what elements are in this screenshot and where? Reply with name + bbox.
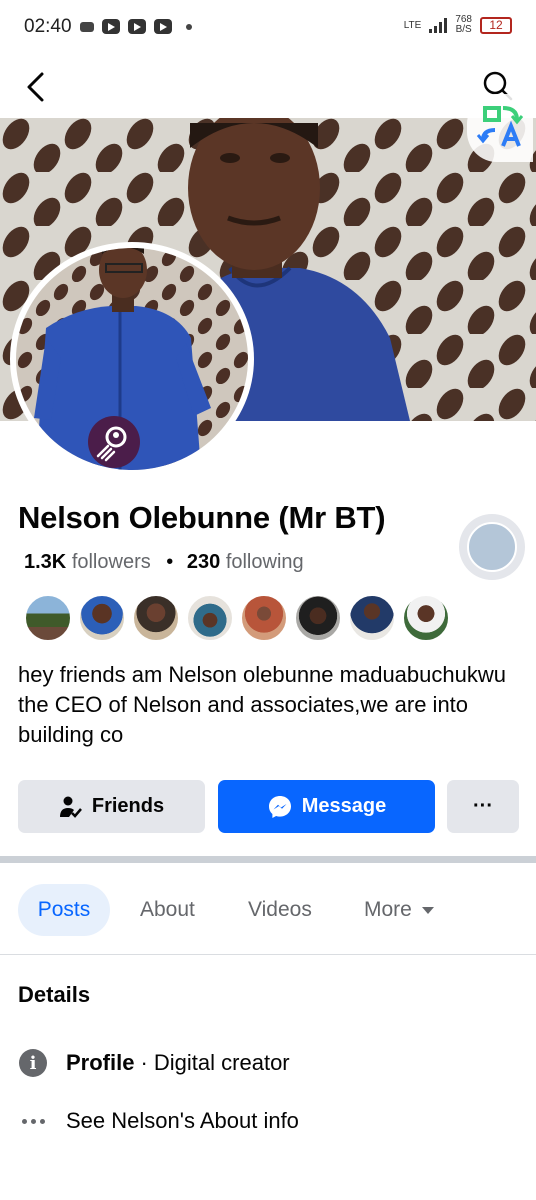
message-label: Message bbox=[301, 795, 387, 817]
tab-more[interactable]: More bbox=[364, 884, 434, 936]
profile-name: Nelson Olebunne (Mr BT) bbox=[18, 500, 386, 535]
more-notifications-icon bbox=[186, 23, 192, 30]
friends-check-icon bbox=[59, 795, 83, 819]
more-dots-icon: ··· bbox=[473, 795, 493, 817]
profile-label: Profile bbox=[66, 1050, 135, 1075]
friend-avatar[interactable] bbox=[78, 594, 126, 642]
separator-dot: • bbox=[166, 551, 174, 573]
profile-bio: hey friends am Nelson olebunne maduabuch… bbox=[18, 662, 506, 747]
following-label[interactable]: following bbox=[226, 551, 304, 573]
battery-icon: 12 bbox=[480, 16, 512, 34]
story-thumbnail[interactable] bbox=[459, 514, 525, 580]
status-right: LTE 768 B/S 12 bbox=[404, 15, 512, 35]
caret-down-icon bbox=[421, 906, 434, 914]
youtube-icon bbox=[102, 19, 120, 34]
tab-about[interactable]: About bbox=[140, 884, 195, 936]
friends-avatars[interactable] bbox=[24, 594, 450, 642]
messenger-icon bbox=[267, 794, 293, 820]
section-divider bbox=[0, 856, 536, 863]
profile-stats: 1.3K followers • 230 following bbox=[24, 551, 304, 574]
status-bar: 02:40 LTE 768 B/S 12 bbox=[0, 0, 536, 54]
see-about-row[interactable]: See Nelson's About info bbox=[18, 1106, 299, 1136]
tabs-divider bbox=[0, 954, 536, 955]
back-button[interactable] bbox=[22, 70, 52, 104]
details-heading: Details bbox=[18, 982, 91, 1007]
message-button[interactable]: Message bbox=[218, 780, 435, 833]
tab-posts-label: Posts bbox=[37, 898, 91, 921]
tab-videos-label: Videos bbox=[248, 898, 312, 921]
following-count[interactable]: 230 bbox=[187, 551, 220, 573]
friend-avatar[interactable] bbox=[186, 594, 234, 642]
friend-avatar[interactable] bbox=[240, 594, 288, 642]
translate-button[interactable] bbox=[467, 94, 533, 162]
youtube-icon bbox=[128, 19, 146, 34]
tab-about-label: About bbox=[140, 898, 195, 921]
battery-level: 12 bbox=[489, 18, 503, 32]
network-type: LTE bbox=[403, 19, 422, 31]
story-image bbox=[467, 522, 517, 572]
digital-creator-badge-icon bbox=[88, 416, 140, 468]
youtube-icon bbox=[154, 19, 172, 34]
chevron-left-icon bbox=[27, 72, 44, 102]
followers-label[interactable]: followers bbox=[72, 551, 151, 573]
tab-videos[interactable]: Videos bbox=[248, 884, 312, 936]
profile-category-row: i Profile · Digital creator bbox=[18, 1048, 290, 1078]
info-icon: i bbox=[18, 1048, 48, 1078]
translate-icon bbox=[476, 106, 524, 147]
followers-count[interactable]: 1.3K bbox=[24, 551, 66, 573]
signal-icon bbox=[429, 17, 448, 33]
more-actions-button[interactable]: ··· bbox=[447, 780, 519, 833]
speed-unit: B/S bbox=[455, 24, 472, 35]
network-speed: 768 B/S bbox=[455, 15, 472, 35]
profile-category: · Digital creator bbox=[140, 1050, 290, 1075]
friend-avatar[interactable] bbox=[132, 594, 180, 642]
friends-button[interactable]: Friends bbox=[18, 780, 205, 833]
friends-label: Friends bbox=[91, 795, 165, 817]
friend-avatar[interactable] bbox=[348, 594, 396, 642]
see-about-link[interactable]: See Nelson's About info bbox=[66, 1108, 299, 1134]
gamepad-icon bbox=[80, 21, 94, 32]
tab-posts[interactable]: Posts bbox=[18, 884, 110, 936]
status-time: 02:40 bbox=[24, 16, 72, 37]
friend-avatar[interactable] bbox=[24, 594, 72, 642]
notification-icons bbox=[80, 19, 192, 34]
friend-avatar[interactable] bbox=[402, 594, 450, 642]
more-horizontal-icon bbox=[18, 1106, 48, 1136]
friend-avatar[interactable] bbox=[294, 594, 342, 642]
tab-more-label: More bbox=[364, 898, 412, 921]
creator-icon bbox=[96, 426, 127, 462]
